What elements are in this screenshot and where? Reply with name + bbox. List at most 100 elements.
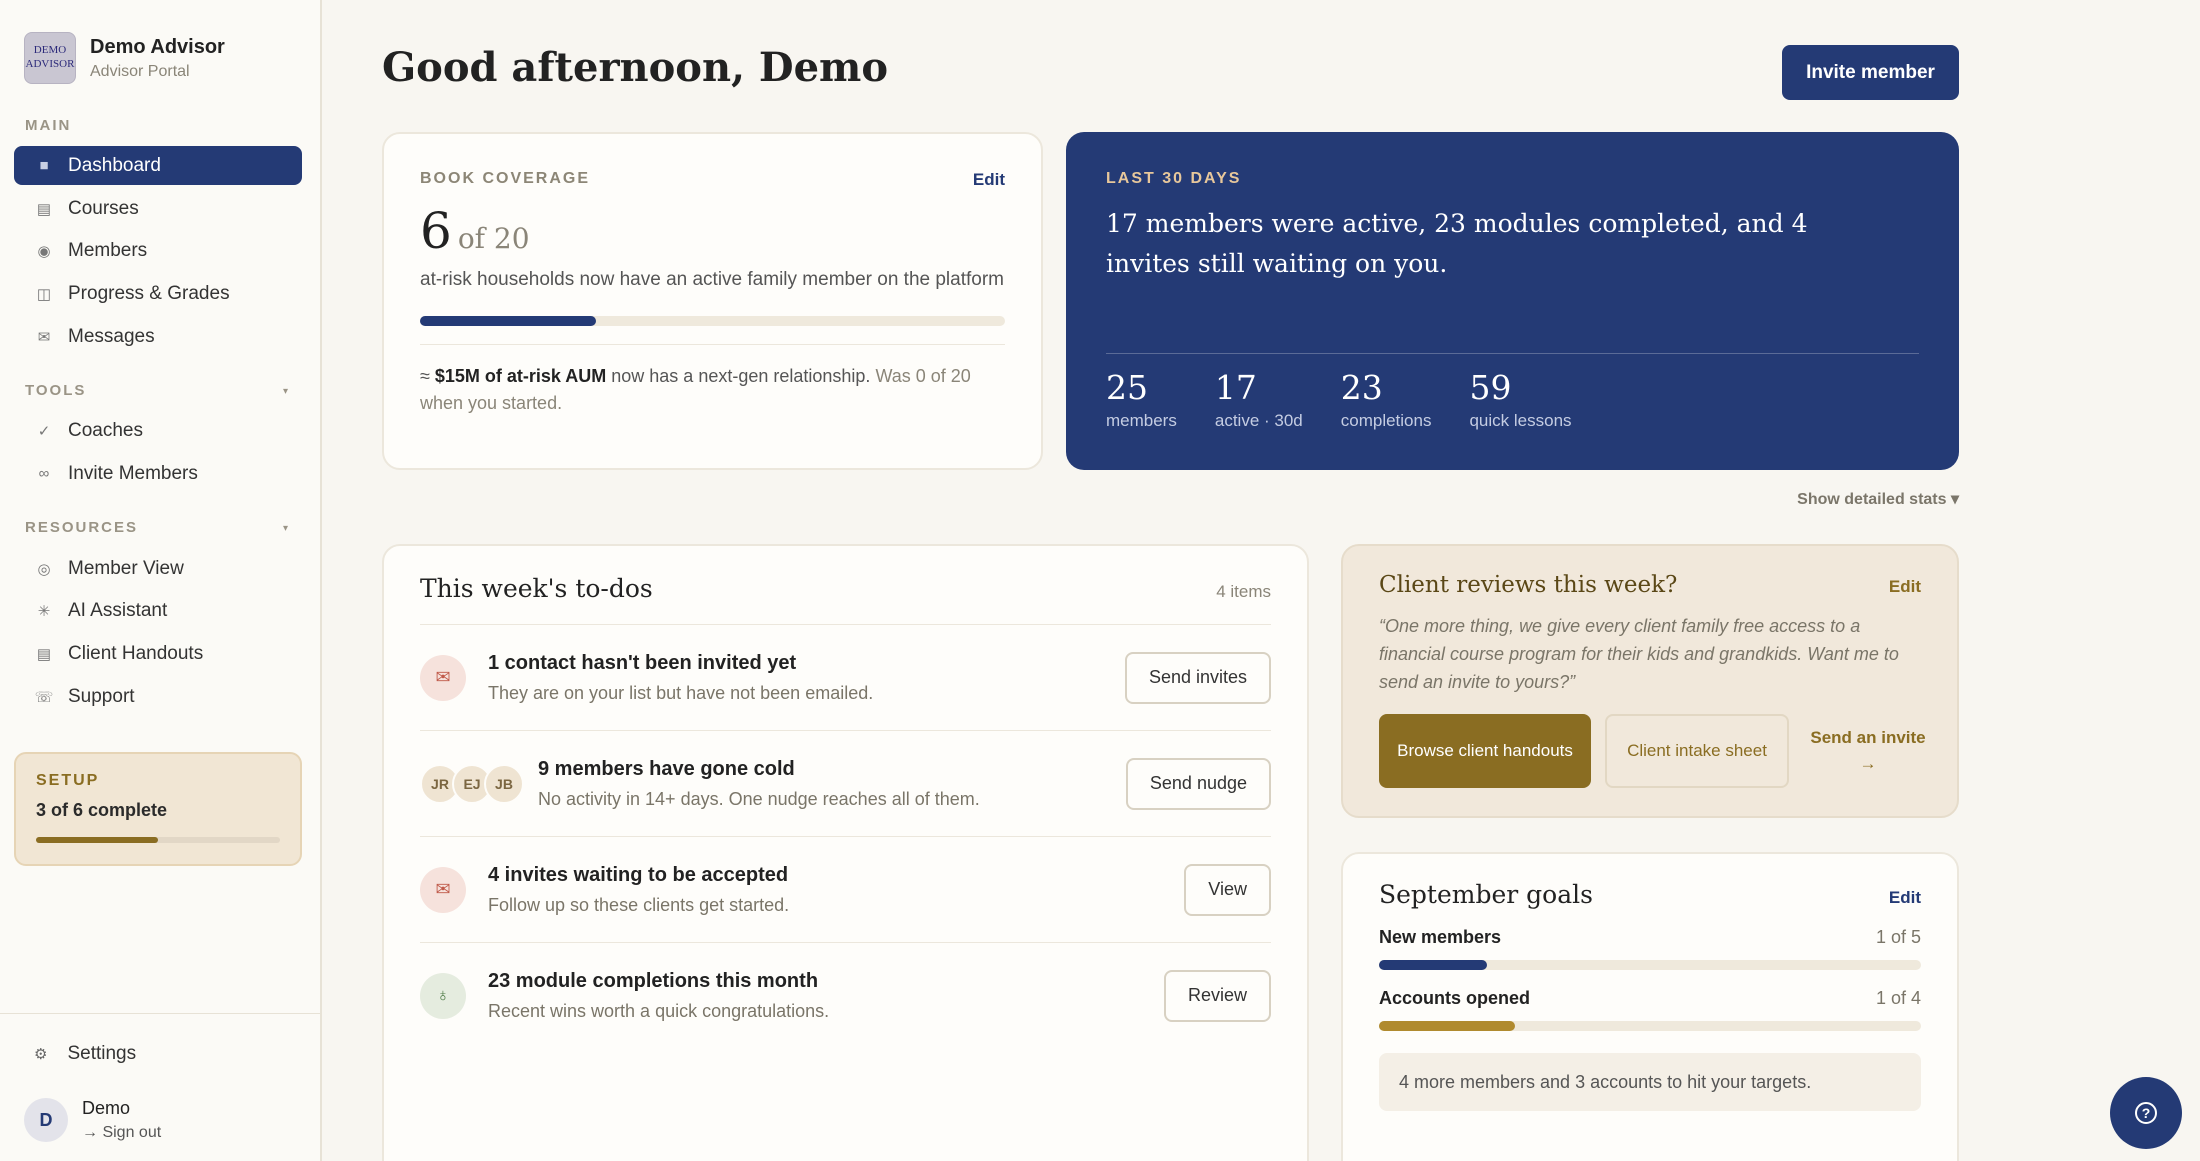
link-icon: ∞ bbox=[38, 465, 50, 482]
brand-name: Demo Advisor bbox=[90, 35, 225, 58]
sidebar-item-settings[interactable]: ⚙ Settings bbox=[34, 1043, 136, 1065]
todo-title: 23 module completions this month bbox=[488, 969, 819, 992]
avatar-group: JR EJ JB bbox=[420, 763, 524, 804]
stat-label: completions bbox=[1340, 411, 1432, 430]
setup-title: SETUP bbox=[36, 772, 100, 789]
brand-logo: DEMO ADVISOR bbox=[24, 32, 76, 84]
divider bbox=[0, 1013, 320, 1014]
sidebar-item-label: Progress & Grades bbox=[68, 282, 230, 304]
goal-name: Accounts opened bbox=[1379, 988, 1531, 1008]
divider bbox=[420, 344, 1005, 345]
sidebar-item-label: Member View bbox=[68, 557, 184, 579]
sidebar-item-label: Coaches bbox=[68, 419, 143, 441]
september-goals-card: September goals Edit New members 1 of 5 … bbox=[1341, 852, 1959, 1161]
award-icon: ♁ bbox=[420, 972, 466, 1019]
note-mid: now has a next-gen relationship. bbox=[606, 366, 876, 386]
sidebar-item-messages[interactable]: ✉ Messages bbox=[14, 317, 302, 356]
todo-text: 4 invites waiting to be accepted Follow … bbox=[488, 864, 1184, 916]
reviews-title: Client reviews this week? bbox=[1379, 572, 1678, 598]
todo-title: 1 contact hasn't been invited yet bbox=[488, 651, 797, 674]
brand[interactable]: DEMO ADVISOR Demo Advisor Advisor Portal bbox=[24, 32, 225, 84]
sidebar-item-members[interactable]: ◉ Members bbox=[14, 231, 302, 270]
goals-title: September goals bbox=[1379, 880, 1593, 909]
todos-title: This week's to-dos bbox=[420, 574, 653, 603]
section-label-main: MAIN bbox=[25, 117, 72, 134]
view-button[interactable]: View bbox=[1184, 863, 1271, 916]
sidebar-item-coaches[interactable]: ✓ Coaches bbox=[14, 411, 302, 450]
user-text: Demo → Sign out bbox=[82, 1098, 161, 1142]
section-label-tools: TOOLS bbox=[25, 382, 87, 399]
goal-accounts-opened: Accounts opened 1 of 4 bbox=[1379, 988, 1921, 1031]
coverage-note: ≈ $15M of at-risk AUM now has a next-gen… bbox=[420, 363, 1005, 417]
reviews-edit-link[interactable]: Edit bbox=[1889, 577, 1921, 597]
goals-note: 4 more members and 3 accounts to hit you… bbox=[1379, 1053, 1921, 1111]
todo-item: ♁ 23 module completions this month Recen… bbox=[420, 942, 1271, 1048]
coverage-value: 6 of 20 bbox=[420, 202, 1005, 260]
goal-progress-bar bbox=[1379, 960, 1921, 970]
sidebar-item-label: Members bbox=[68, 239, 148, 261]
todo-text: 1 contact hasn't been invited yet They a… bbox=[488, 652, 1125, 704]
coverage-number: 6 bbox=[420, 202, 452, 260]
sign-out-label: Sign out bbox=[102, 1124, 162, 1141]
page-title: Good afternoon, Demo bbox=[382, 44, 889, 91]
setup-card[interactable]: SETUP 3 of 6 complete bbox=[14, 752, 302, 866]
sidebar-item-progress[interactable]: ◫ Progress & Grades bbox=[14, 274, 302, 313]
send-nudge-button[interactable]: Send nudge bbox=[1125, 757, 1271, 810]
stat-completions: 23 completions bbox=[1341, 368, 1432, 431]
todos-card: This week's to-dos 4 items ✉ 1 contact h… bbox=[382, 544, 1309, 1161]
chevron-down-icon[interactable]: ▾ bbox=[283, 523, 288, 534]
arrow-right-icon: → bbox=[82, 1124, 103, 1141]
goal-progress-fill bbox=[1379, 1021, 1515, 1031]
avatar[interactable]: D bbox=[24, 1098, 68, 1142]
sidebar-item-member-view[interactable]: ◎ Member View bbox=[14, 549, 302, 588]
setup-progress-bar bbox=[36, 837, 280, 843]
sidebar-item-support[interactable]: ☏ Support bbox=[14, 677, 302, 716]
send-invite-link[interactable]: Send an invite → bbox=[1803, 725, 1933, 777]
sidebar-item-label: Courses bbox=[68, 197, 139, 219]
chevron-down-icon[interactable]: ▾ bbox=[283, 386, 288, 397]
sign-out-link[interactable]: → Sign out bbox=[82, 1124, 161, 1142]
send-invites-button[interactable]: Send invites bbox=[1124, 651, 1271, 704]
browse-handouts-button[interactable]: Browse client handouts bbox=[1379, 714, 1591, 788]
stat-members: 25 members bbox=[1106, 368, 1177, 431]
sidebar-item-invite-members[interactable]: ∞ Invite Members bbox=[14, 454, 302, 493]
divider bbox=[1106, 353, 1919, 354]
client-intake-sheet-button[interactable]: Client intake sheet bbox=[1605, 714, 1789, 788]
sidebar-item-label: Invite Members bbox=[68, 462, 198, 484]
user-name: Demo bbox=[82, 1098, 131, 1118]
todo-title: 9 members have gone cold bbox=[538, 757, 795, 780]
sparkle-icon: ✳ bbox=[37, 602, 51, 620]
invite-member-button[interactable]: Invite member bbox=[1782, 45, 1959, 100]
document-icon: ▤ bbox=[36, 645, 52, 663]
coverage-label: BOOK COVERAGE bbox=[420, 170, 591, 187]
stat-value: 59 bbox=[1469, 368, 1512, 407]
circle-icon: ◎ bbox=[37, 560, 51, 578]
coverage-progress-fill bbox=[420, 316, 596, 326]
setup-progress-fill bbox=[36, 837, 158, 843]
sidebar-item-label: AI Assistant bbox=[68, 599, 168, 621]
mail-icon: ✉ bbox=[37, 328, 51, 346]
todo-text: 23 module completions this month Recent … bbox=[488, 970, 1164, 1022]
goals-edit-link[interactable]: Edit bbox=[1889, 888, 1921, 908]
show-detailed-stats-toggle[interactable]: Show detailed stats ▾ bbox=[1797, 489, 1959, 509]
sidebar-item-client-handouts[interactable]: ▤ Client Handouts bbox=[14, 634, 302, 673]
goal-value: 1 of 4 bbox=[1875, 988, 1921, 1008]
book-coverage-card: BOOK COVERAGE Edit 6 of 20 at-risk househ… bbox=[382, 132, 1043, 470]
todo-subtitle: Recent wins worth a quick congratulation… bbox=[488, 1000, 830, 1021]
sidebar-item-dashboard[interactable]: ■ Dashboard bbox=[14, 146, 302, 185]
last30-label: LAST 30 DAYS bbox=[1106, 170, 1242, 187]
review-button[interactable]: Review bbox=[1163, 969, 1271, 1022]
stat-quick-lessons: 59 quick lessons bbox=[1469, 368, 1571, 431]
coverage-description: at-risk households now have an active fa… bbox=[420, 269, 1004, 290]
sidebar-item-courses[interactable]: ▤ Courses bbox=[14, 189, 302, 228]
last-30-days-card: LAST 30 DAYS 17 members were active, 23 … bbox=[1066, 132, 1959, 470]
sidebar-item-ai-assistant[interactable]: ✳ AI Assistant bbox=[14, 591, 302, 630]
help-icon: ? bbox=[2135, 1102, 2157, 1124]
coverage-progress-bar bbox=[420, 316, 1005, 326]
coverage-edit-link[interactable]: Edit bbox=[973, 170, 1005, 190]
todo-item: JR EJ JB 9 members have gone cold No act… bbox=[420, 730, 1271, 836]
todos-count: 4 items bbox=[1216, 582, 1271, 601]
stat-label: members bbox=[1106, 411, 1177, 430]
brand-text: Demo Advisor Advisor Portal bbox=[90, 36, 225, 81]
help-button[interactable]: ? bbox=[2110, 1077, 2182, 1149]
